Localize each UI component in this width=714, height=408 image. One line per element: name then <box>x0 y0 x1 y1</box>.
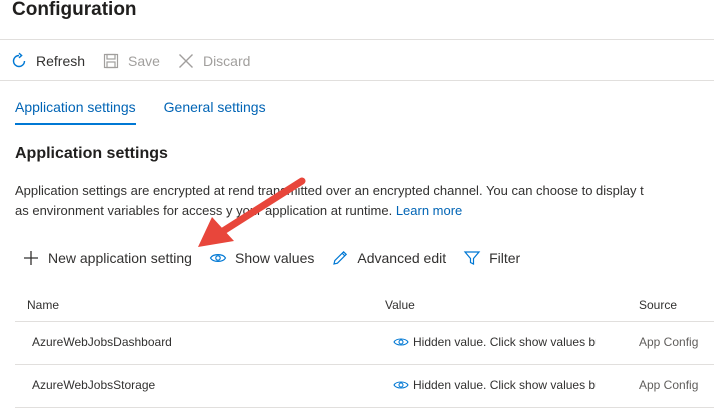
new-application-setting-button[interactable]: New application setting <box>22 249 192 267</box>
filter-button[interactable]: Filter <box>463 249 520 267</box>
refresh-button[interactable]: Refresh <box>10 49 85 73</box>
tab-general-settings[interactable]: General settings <box>164 96 266 126</box>
setting-value: Hidden value. Click show values button <box>393 378 596 392</box>
command-bar: Refresh Save Discard <box>10 49 267 73</box>
discard-button[interactable]: Discard <box>177 49 250 73</box>
section-title: Application settings <box>15 145 168 162</box>
table-header: Name Value Source <box>15 290 714 322</box>
setting-name[interactable]: AzureWebJobsDashboard <box>32 335 172 349</box>
column-header-name[interactable]: Name <box>27 298 59 312</box>
plus-icon <box>22 249 40 267</box>
eye-icon <box>393 335 409 349</box>
setting-value: Hidden value. Click show values button <box>393 335 596 349</box>
command-bar-divider <box>0 80 714 81</box>
column-header-value[interactable]: Value <box>385 298 415 312</box>
save-label: Save <box>128 53 160 69</box>
tab-application-settings[interactable]: Application settings <box>15 96 136 126</box>
hidden-value-text: Hidden value. Click show values button <box>413 378 596 392</box>
advanced-edit-button[interactable]: Advanced edit <box>331 249 446 267</box>
save-icon <box>102 52 120 70</box>
save-button[interactable]: Save <box>102 49 160 73</box>
refresh-icon <box>10 52 28 70</box>
table-row[interactable]: AzureWebJobsDashboard Hidden value. Clic… <box>15 322 714 365</box>
eye-icon <box>209 249 227 267</box>
new-application-setting-label: New application setting <box>48 250 192 266</box>
show-values-label: Show values <box>234 250 315 266</box>
setting-source: App Config <box>639 378 699 392</box>
funnel-icon <box>463 249 481 267</box>
title-divider <box>0 39 714 40</box>
eye-icon <box>393 378 409 392</box>
learn-more-link[interactable]: Learn more <box>396 203 462 218</box>
setting-name[interactable]: AzureWebJobsStorage <box>32 378 155 392</box>
hidden-value-text: Hidden value. Click show values button <box>413 335 596 349</box>
show-values-button[interactable]: Show values <box>209 249 314 267</box>
section-description: Application settings are encrypted at re… <box>15 181 714 221</box>
discard-icon <box>177 52 195 70</box>
filter-label: Filter <box>489 250 521 266</box>
setting-source: App Config <box>639 335 699 349</box>
pencil-icon <box>331 249 349 267</box>
settings-table: Name Value Source AzureWebJobsDashboard … <box>15 290 714 408</box>
tab-list: Application settings General settings <box>15 96 294 126</box>
refresh-label: Refresh <box>36 53 86 69</box>
column-header-source[interactable]: Source <box>639 298 677 312</box>
grid-toolbar: New application setting Show values Adva… <box>22 246 537 270</box>
description-line-1: Application settings are encrypted at re… <box>15 183 644 198</box>
advanced-edit-label: Advanced edit <box>357 250 447 266</box>
description-line-2: as environment variables for access y yo… <box>15 203 463 218</box>
discard-label: Discard <box>202 53 251 69</box>
page-title: Configuration <box>12 0 137 20</box>
